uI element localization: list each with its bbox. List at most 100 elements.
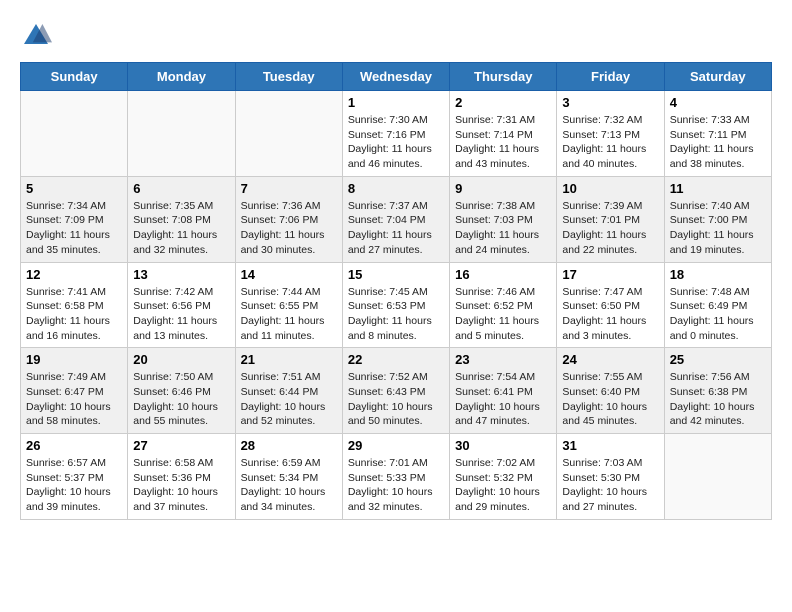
day-number: 21: [241, 352, 337, 367]
calendar-cell: 3 Sunrise: 7:32 AM Sunset: 7:13 PM Daylig…: [557, 91, 664, 177]
calendar-cell: 28 Sunrise: 6:59 AM Sunset: 5:34 PM Dayli…: [235, 434, 342, 520]
calendar-cell: 5Sunrise: 7:34 AM Sunset: 7:09 PM Daylig…: [21, 176, 128, 262]
day-info: Sunrise: 7:37 AM Sunset: 7:04 PM Dayligh…: [348, 199, 444, 258]
day-number: 7: [241, 181, 337, 196]
day-info: Sunrise: 6:57 AM Sunset: 5:37 PM Dayligh…: [26, 456, 122, 515]
day-info: Sunrise: 6:59 AM Sunset: 5:34 PM Dayligh…: [241, 456, 337, 515]
day-info: Sunrise: 7:55 AM Sunset: 6:40 PM Dayligh…: [562, 370, 658, 429]
calendar-cell: 9 Sunrise: 7:38 AM Sunset: 7:03 PM Daylig…: [450, 176, 557, 262]
day-info: Sunrise: 7:03 AM Sunset: 5:30 PM Dayligh…: [562, 456, 658, 515]
day-number: 3: [562, 95, 658, 110]
day-number: 2: [455, 95, 551, 110]
day-number: 16: [455, 267, 551, 282]
calendar-cell: 7Sunrise: 7:36 AM Sunset: 7:06 PM Daylig…: [235, 176, 342, 262]
day-info: Sunrise: 7:34 AM Sunset: 7:09 PM Dayligh…: [26, 199, 122, 258]
day-number: 20: [133, 352, 229, 367]
day-number: 18: [670, 267, 766, 282]
calendar-cell: 21 Sunrise: 7:51 AM Sunset: 6:44 PM Dayli…: [235, 348, 342, 434]
day-info: Sunrise: 6:58 AM Sunset: 5:36 PM Dayligh…: [133, 456, 229, 515]
calendar-week-row: 12Sunrise: 7:41 AM Sunset: 6:58 PM Dayli…: [21, 262, 772, 348]
calendar-cell: 30 Sunrise: 7:02 AM Sunset: 5:32 PM Dayli…: [450, 434, 557, 520]
day-info: Sunrise: 7:30 AM Sunset: 7:16 PM Dayligh…: [348, 113, 444, 172]
day-info: Sunrise: 7:52 AM Sunset: 6:43 PM Dayligh…: [348, 370, 444, 429]
day-info: Sunrise: 7:48 AM Sunset: 6:49 PM Dayligh…: [670, 285, 766, 344]
day-info: Sunrise: 7:02 AM Sunset: 5:32 PM Dayligh…: [455, 456, 551, 515]
calendar-week-row: 26 Sunrise: 6:57 AM Sunset: 5:37 PM Dayli…: [21, 434, 772, 520]
calendar-cell: 1 Sunrise: 7:30 AM Sunset: 7:16 PM Daylig…: [342, 91, 449, 177]
weekday-header-saturday: Saturday: [664, 63, 771, 91]
weekday-header-wednesday: Wednesday: [342, 63, 449, 91]
weekday-header-sunday: Sunday: [21, 63, 128, 91]
day-number: 8: [348, 181, 444, 196]
calendar-cell: 31 Sunrise: 7:03 AM Sunset: 5:30 PM Dayli…: [557, 434, 664, 520]
calendar-cell: 17 Sunrise: 7:47 AM Sunset: 6:50 PM Dayli…: [557, 262, 664, 348]
calendar-cell: 18 Sunrise: 7:48 AM Sunset: 6:49 PM Dayli…: [664, 262, 771, 348]
calendar-cell: 4 Sunrise: 7:33 AM Sunset: 7:11 PM Daylig…: [664, 91, 771, 177]
day-number: 31: [562, 438, 658, 453]
calendar-cell: 29 Sunrise: 7:01 AM Sunset: 5:33 PM Dayli…: [342, 434, 449, 520]
calendar-cell: 12Sunrise: 7:41 AM Sunset: 6:58 PM Dayli…: [21, 262, 128, 348]
day-number: 25: [670, 352, 766, 367]
day-info: Sunrise: 7:56 AM Sunset: 6:38 PM Dayligh…: [670, 370, 766, 429]
calendar-cell: 26 Sunrise: 6:57 AM Sunset: 5:37 PM Dayli…: [21, 434, 128, 520]
day-info: Sunrise: 7:39 AM Sunset: 7:01 PM Dayligh…: [562, 199, 658, 258]
calendar-cell: [235, 91, 342, 177]
day-info: Sunrise: 7:51 AM Sunset: 6:44 PM Dayligh…: [241, 370, 337, 429]
calendar-table: SundayMondayTuesdayWednesdayThursdayFrid…: [20, 62, 772, 520]
day-number: 4: [670, 95, 766, 110]
day-number: 24: [562, 352, 658, 367]
day-info: Sunrise: 7:44 AM Sunset: 6:55 PM Dayligh…: [241, 285, 337, 344]
weekday-header-friday: Friday: [557, 63, 664, 91]
weekday-header-row: SundayMondayTuesdayWednesdayThursdayFrid…: [21, 63, 772, 91]
day-number: 26: [26, 438, 122, 453]
day-info: Sunrise: 7:35 AM Sunset: 7:08 PM Dayligh…: [133, 199, 229, 258]
weekday-header-thursday: Thursday: [450, 63, 557, 91]
weekday-header-monday: Monday: [128, 63, 235, 91]
calendar-cell: [664, 434, 771, 520]
day-number: 10: [562, 181, 658, 196]
day-info: Sunrise: 7:33 AM Sunset: 7:11 PM Dayligh…: [670, 113, 766, 172]
calendar-cell: 25 Sunrise: 7:56 AM Sunset: 6:38 PM Dayli…: [664, 348, 771, 434]
calendar-cell: [21, 91, 128, 177]
calendar-cell: 22 Sunrise: 7:52 AM Sunset: 6:43 PM Dayli…: [342, 348, 449, 434]
day-info: Sunrise: 7:41 AM Sunset: 6:58 PM Dayligh…: [26, 285, 122, 344]
day-info: Sunrise: 7:31 AM Sunset: 7:14 PM Dayligh…: [455, 113, 551, 172]
calendar-cell: 8 Sunrise: 7:37 AM Sunset: 7:04 PM Daylig…: [342, 176, 449, 262]
calendar-cell: 14 Sunrise: 7:44 AM Sunset: 6:55 PM Dayli…: [235, 262, 342, 348]
day-info: Sunrise: 7:38 AM Sunset: 7:03 PM Dayligh…: [455, 199, 551, 258]
day-number: 1: [348, 95, 444, 110]
day-info: Sunrise: 7:01 AM Sunset: 5:33 PM Dayligh…: [348, 456, 444, 515]
day-info: Sunrise: 7:46 AM Sunset: 6:52 PM Dayligh…: [455, 285, 551, 344]
calendar-cell: 11Sunrise: 7:40 AM Sunset: 7:00 PM Dayli…: [664, 176, 771, 262]
day-number: 9: [455, 181, 551, 196]
calendar-cell: 20 Sunrise: 7:50 AM Sunset: 6:46 PM Dayli…: [128, 348, 235, 434]
page-header: [20, 20, 772, 52]
day-number: 19: [26, 352, 122, 367]
day-info: Sunrise: 7:50 AM Sunset: 6:46 PM Dayligh…: [133, 370, 229, 429]
calendar-cell: 13Sunrise: 7:42 AM Sunset: 6:56 PM Dayli…: [128, 262, 235, 348]
calendar-cell: 23Sunrise: 7:54 AM Sunset: 6:41 PM Dayli…: [450, 348, 557, 434]
day-number: 15: [348, 267, 444, 282]
day-number: 22: [348, 352, 444, 367]
day-number: 28: [241, 438, 337, 453]
day-number: 6: [133, 181, 229, 196]
weekday-header-tuesday: Tuesday: [235, 63, 342, 91]
calendar-week-row: 5Sunrise: 7:34 AM Sunset: 7:09 PM Daylig…: [21, 176, 772, 262]
day-number: 13: [133, 267, 229, 282]
day-number: 14: [241, 267, 337, 282]
calendar-cell: 15 Sunrise: 7:45 AM Sunset: 6:53 PM Dayli…: [342, 262, 449, 348]
day-number: 17: [562, 267, 658, 282]
logo: [20, 20, 58, 52]
calendar-cell: 24 Sunrise: 7:55 AM Sunset: 6:40 PM Dayli…: [557, 348, 664, 434]
day-info: Sunrise: 7:45 AM Sunset: 6:53 PM Dayligh…: [348, 285, 444, 344]
calendar-cell: 16 Sunrise: 7:46 AM Sunset: 6:52 PM Dayli…: [450, 262, 557, 348]
calendar-cell: 6 Sunrise: 7:35 AM Sunset: 7:08 PM Daylig…: [128, 176, 235, 262]
day-info: Sunrise: 7:32 AM Sunset: 7:13 PM Dayligh…: [562, 113, 658, 172]
calendar-week-row: 1 Sunrise: 7:30 AM Sunset: 7:16 PM Daylig…: [21, 91, 772, 177]
day-info: Sunrise: 7:40 AM Sunset: 7:00 PM Dayligh…: [670, 199, 766, 258]
day-info: Sunrise: 7:47 AM Sunset: 6:50 PM Dayligh…: [562, 285, 658, 344]
day-number: 30: [455, 438, 551, 453]
day-number: 29: [348, 438, 444, 453]
calendar-cell: 19Sunrise: 7:49 AM Sunset: 6:47 PM Dayli…: [21, 348, 128, 434]
day-number: 23: [455, 352, 551, 367]
